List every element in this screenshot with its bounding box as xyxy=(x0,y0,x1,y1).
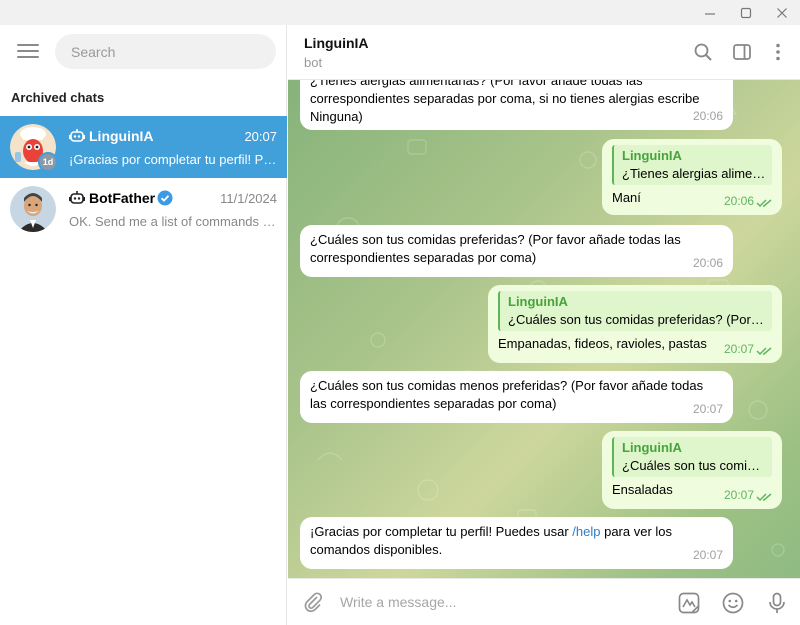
incoming-message[interactable]: ¿Cuáles son tus comidas preferidas? (Por… xyxy=(300,225,733,277)
reply-author: LinguinIA xyxy=(508,294,568,309)
chat-name: BotFather xyxy=(89,190,156,206)
message-text: ¿Cuáles son tus comidas preferidas? (Por… xyxy=(310,232,681,265)
chat-subtitle: bot xyxy=(304,55,323,70)
message-input[interactable]: Write a message... xyxy=(340,594,456,610)
incoming-message[interactable]: ¡Gracias por completar tu perfil! Puedes… xyxy=(300,517,733,569)
chat-header[interactable]: LinguinIA bot xyxy=(288,25,800,80)
attach-icon[interactable] xyxy=(302,591,324,613)
reply-author: LinguinIA xyxy=(622,440,682,455)
section-title: Archived chats xyxy=(11,90,105,105)
chat-preview: OK. Send me a list of commands for your … xyxy=(69,214,277,229)
message-time: 20:07 xyxy=(723,342,754,356)
chat-list-panel: Search Archived chats 1d LinguinIA 20:07 xyxy=(0,25,287,625)
avatar xyxy=(10,186,56,232)
message-time: 20:06 xyxy=(692,109,723,123)
outgoing-message[interactable]: LinguinIA ¿Cuáles son tus comidas prefer… xyxy=(488,285,782,363)
read-receipt-icon xyxy=(756,493,772,502)
reply-author: LinguinIA xyxy=(622,148,682,163)
message-time: 20:07 xyxy=(692,548,723,562)
message-text: ¿Cuáles son tus comidas menos preferidas… xyxy=(310,378,704,411)
title-bar xyxy=(0,0,800,25)
emoji-icon[interactable] xyxy=(721,591,745,615)
menu-icon[interactable] xyxy=(17,44,39,60)
more-options-icon[interactable] xyxy=(768,42,788,62)
chat-name: LinguinIA xyxy=(89,128,154,144)
read-receipt-icon xyxy=(756,347,772,356)
message-text: ¿Tienes alergias alimentarias? (Por favo… xyxy=(310,80,700,124)
sticker-icon[interactable] xyxy=(677,591,701,615)
chat-time: 11/1/2024 xyxy=(220,191,277,206)
search-input[interactable]: Search xyxy=(55,34,276,69)
bot-icon xyxy=(69,129,85,142)
reply-preview[interactable]: LinguinIA ¿Tienes alergias alimentarias?… xyxy=(612,145,772,185)
message-time: 20:07 xyxy=(723,488,754,502)
message-time: 20:07 xyxy=(692,402,723,416)
conversation-panel: LinguinIA bot ¿Tienes alergias alimentar… xyxy=(288,25,800,625)
incoming-message[interactable]: ¿Cuáles son tus comidas menos preferidas… xyxy=(300,371,733,423)
reply-text: ¿Tienes alergias alimentarias? (Por favo… xyxy=(622,166,766,181)
message-composer: Write a message... xyxy=(288,578,800,625)
chat-preview: ¡Gracias por completar tu perfil! Puedes… xyxy=(69,152,277,167)
search-placeholder: Search xyxy=(71,43,116,60)
chat-item-botfather[interactable]: BotFather 11/1/2024 OK. Send me a list o… xyxy=(0,178,287,240)
minimize-icon[interactable] xyxy=(692,0,728,25)
message-text-part: ¡Gracias por completar tu perfil! Puedes… xyxy=(310,524,573,539)
search-icon[interactable] xyxy=(693,42,713,62)
read-receipt-icon xyxy=(756,199,772,208)
verified-icon xyxy=(157,190,173,206)
message-time: 20:06 xyxy=(723,194,754,208)
reply-text: ¿Cuáles son tus comidas menos preferidas… xyxy=(622,458,766,473)
incoming-message[interactable]: ¿Tienes alergias alimentarias? (Por favo… xyxy=(300,80,733,130)
message-area[interactable]: ¿Tienes alergias alimentarias? (Por favo… xyxy=(288,80,800,578)
reply-preview[interactable]: LinguinIA ¿Cuáles son tus comidas prefer… xyxy=(498,291,772,331)
message-text: ¡Gracias por completar tu perfil! Puedes… xyxy=(310,523,723,559)
microphone-icon[interactable] xyxy=(765,591,789,615)
chat-time: 20:07 xyxy=(244,129,277,144)
message-time: 20:06 xyxy=(692,256,723,270)
maximize-icon[interactable] xyxy=(728,0,764,25)
bot-icon xyxy=(69,191,85,204)
chat-item-linguinia[interactable]: 1d LinguinIA 20:07 ¡Gracias por completa… xyxy=(0,116,287,178)
help-command-link[interactable]: /help xyxy=(572,524,600,539)
chat-title: LinguinIA xyxy=(304,35,369,51)
outgoing-message[interactable]: LinguinIA ¿Cuáles son tus comidas menos … xyxy=(602,431,782,509)
close-icon[interactable] xyxy=(764,0,800,25)
reply-preview[interactable]: LinguinIA ¿Cuáles son tus comidas menos … xyxy=(612,437,772,477)
reply-text: ¿Cuáles son tus comidas preferidas? (Por… xyxy=(508,312,766,327)
sidebar-toggle-icon[interactable] xyxy=(732,42,752,62)
status-badge: 1d xyxy=(38,152,58,172)
outgoing-message[interactable]: LinguinIA ¿Tienes alergias alimentarias?… xyxy=(602,139,782,215)
